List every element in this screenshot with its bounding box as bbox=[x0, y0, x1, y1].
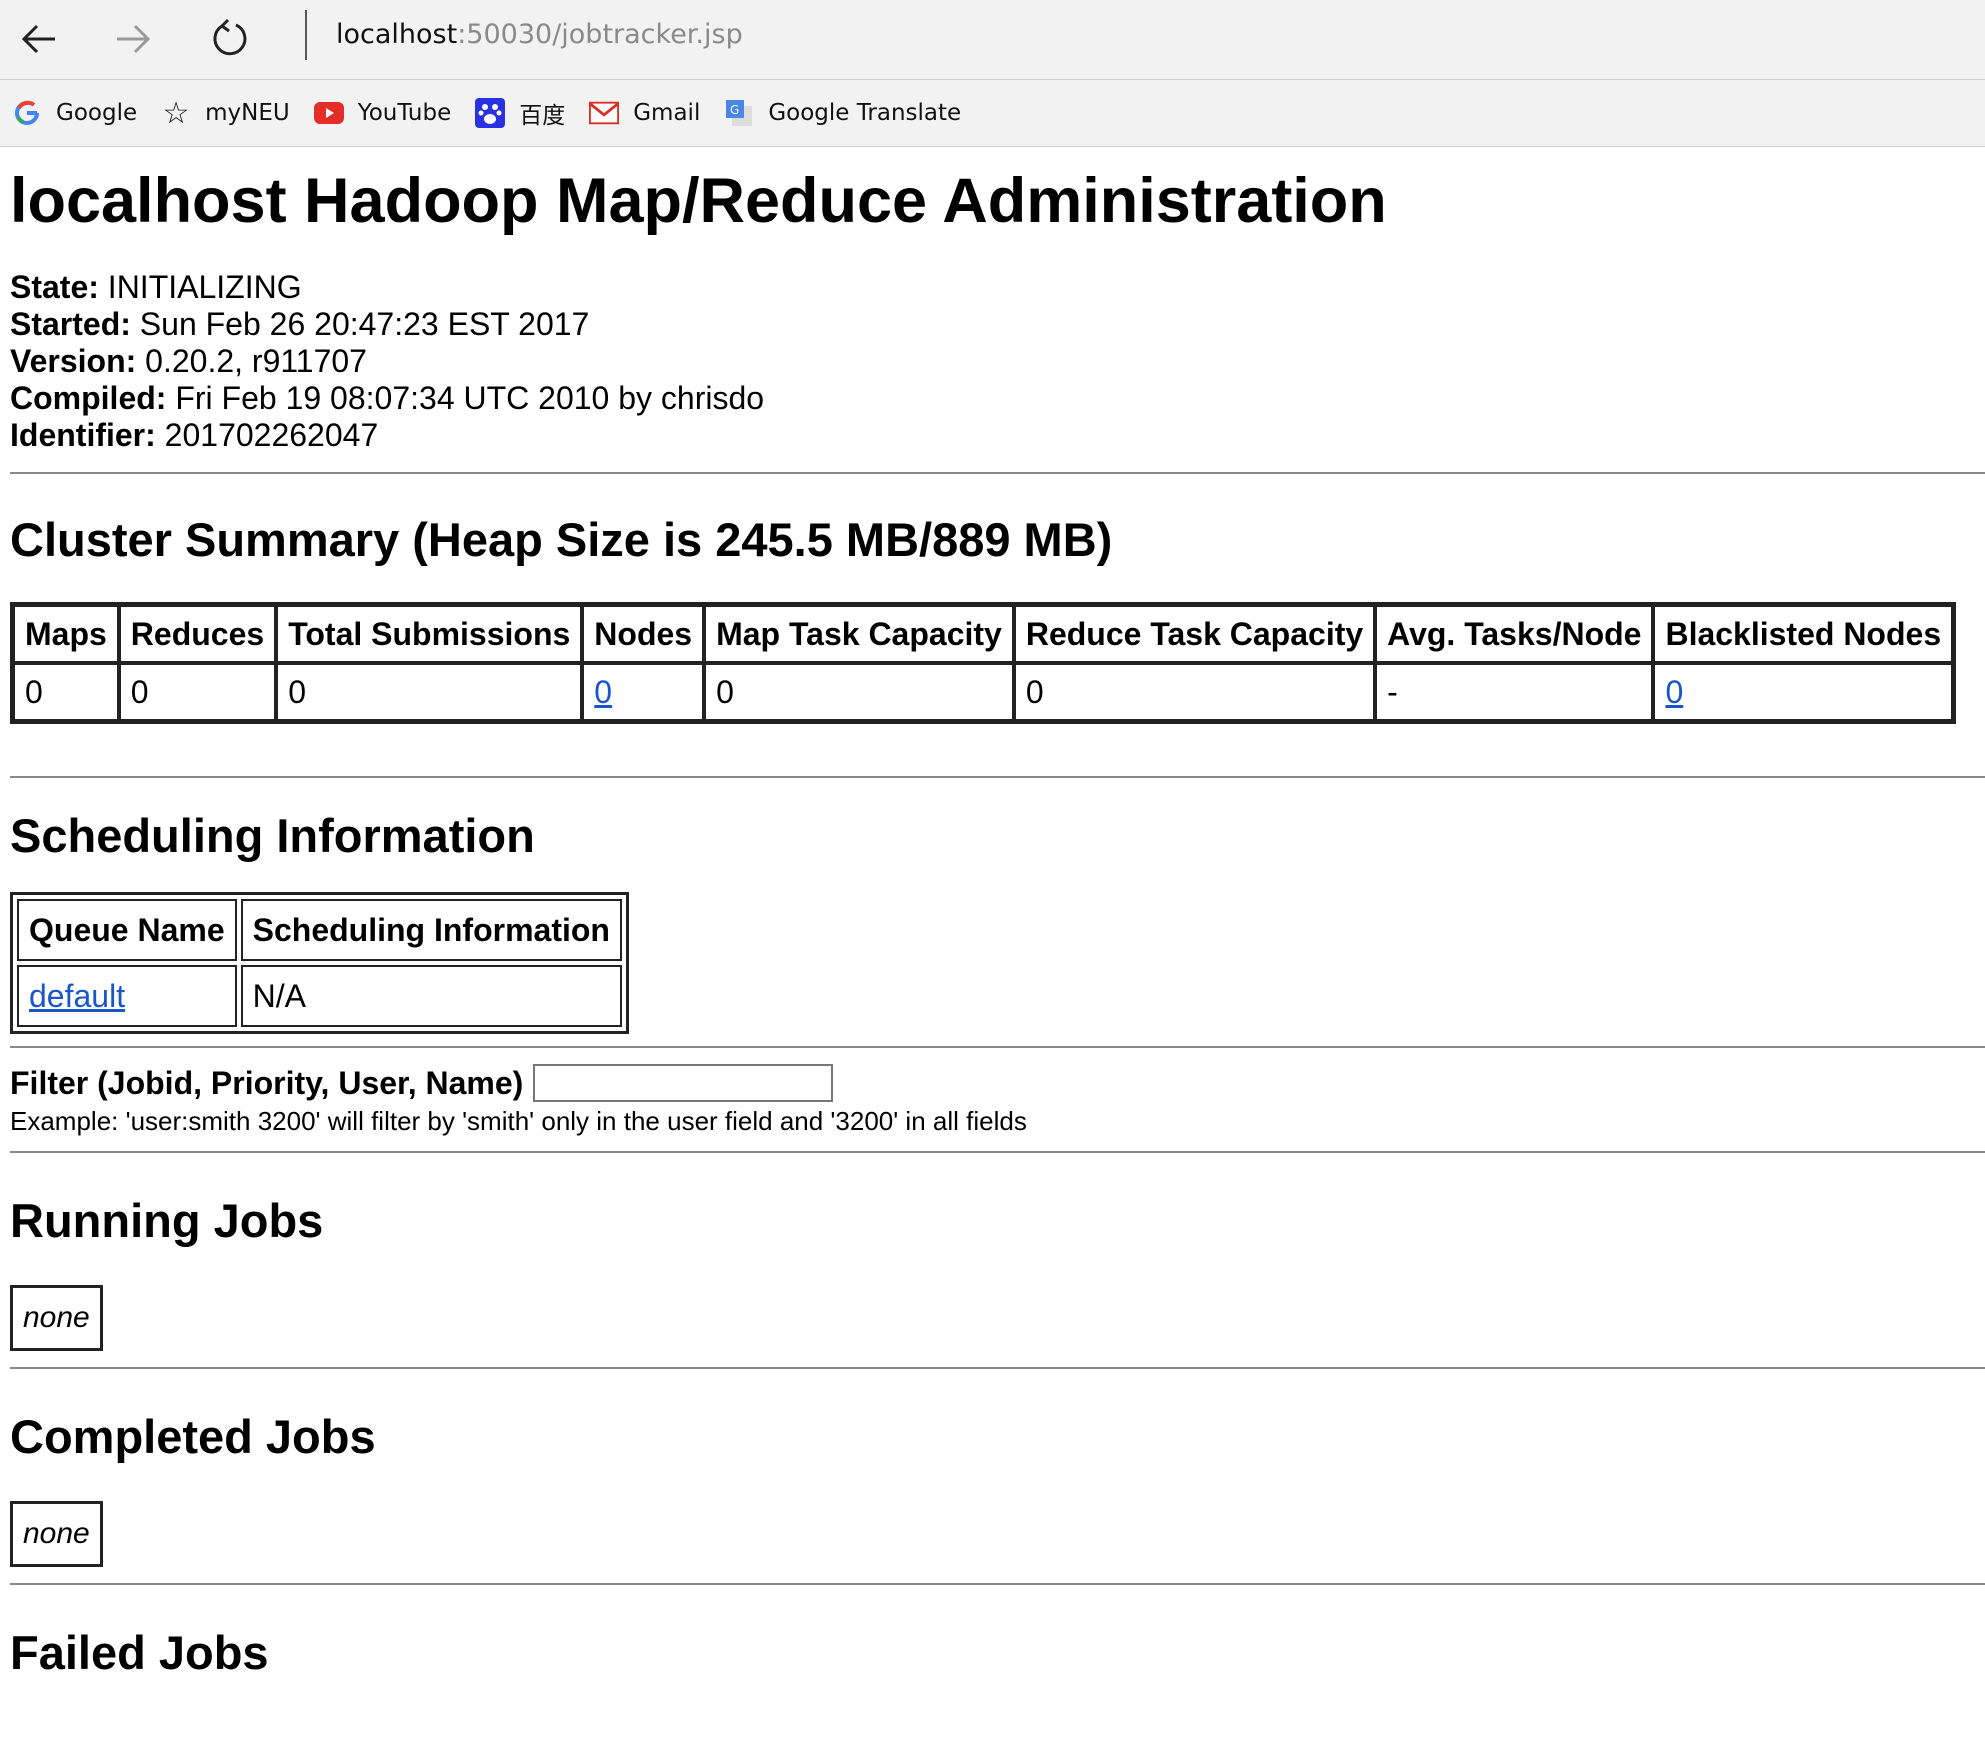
info-value: 0.20.2, r911707 bbox=[136, 343, 367, 379]
youtube-icon bbox=[313, 98, 344, 128]
filter-row: Filter (Jobid, Priority, User, Name) bbox=[10, 1064, 1985, 1102]
maps-value: 0 bbox=[13, 663, 119, 721]
svg-text:G: G bbox=[730, 103, 739, 117]
divider bbox=[10, 472, 1985, 474]
forward-arrow-icon bbox=[117, 24, 151, 54]
cluster-summary-heading: Cluster Summary (Heap Size is 245.5 MB/8… bbox=[10, 513, 1113, 566]
blacklisted-nodes-link[interactable]: 0 bbox=[1665, 674, 1683, 710]
column-header: Map Task Capacity bbox=[704, 605, 1014, 663]
info-key: Started: bbox=[10, 306, 131, 342]
divider bbox=[10, 1046, 1985, 1048]
table-header-row: Queue Name Scheduling Information bbox=[17, 899, 622, 961]
favorite-label: YouTube bbox=[357, 100, 452, 126]
table-header-row: Maps Reduces Total Submissions Nodes Map… bbox=[13, 605, 1954, 663]
column-header: Reduce Task Capacity bbox=[1013, 605, 1376, 663]
info-key: Compiled: bbox=[10, 380, 167, 416]
column-header: Queue Name bbox=[17, 899, 237, 961]
queue-name-cell: default bbox=[17, 965, 237, 1027]
column-header: Avg. Tasks/Node bbox=[1375, 605, 1654, 663]
favorite-label: Google Translate bbox=[768, 100, 962, 126]
google-translate-icon: G bbox=[724, 98, 754, 128]
favorite-label: Google bbox=[56, 100, 138, 126]
address-host: localhost bbox=[336, 19, 458, 50]
favorite-google-translate[interactable]: G Google Translate bbox=[724, 98, 961, 128]
divider bbox=[10, 776, 1985, 778]
scheduling-table: Queue Name Scheduling Information defaul… bbox=[10, 892, 629, 1034]
cluster-summary-table: Maps Reduces Total Submissions Nodes Map… bbox=[10, 602, 1957, 724]
jobtracker-info: State: INITIALIZING Started: Sun Feb 26 … bbox=[10, 269, 1985, 454]
baidu-icon bbox=[475, 98, 506, 128]
refresh-button[interactable] bbox=[197, 6, 263, 72]
info-version: Version: 0.20.2, r911707 bbox=[10, 343, 1985, 380]
divider bbox=[10, 1367, 1985, 1369]
failed-jobs-heading: Failed Jobs bbox=[10, 1626, 269, 1679]
info-compiled: Compiled: Fri Feb 19 08:07:34 UTC 2010 b… bbox=[10, 380, 1985, 417]
favorites-bar: Google ☆ myNEU YouTube 百度 Gmail G Google… bbox=[0, 80, 1985, 147]
page-content: localhost Hadoop Map/Reduce Administrati… bbox=[0, 165, 1985, 1681]
info-value: Fri Feb 19 08:07:34 UTC 2010 by chrisdo bbox=[166, 380, 765, 416]
info-value: INITIALIZING bbox=[98, 269, 302, 305]
info-value: 201702262047 bbox=[155, 417, 379, 453]
favorite-google[interactable]: Google bbox=[12, 98, 137, 128]
favorite-youtube[interactable]: YouTube bbox=[313, 98, 452, 128]
scheduling-info-value: N/A bbox=[240, 965, 622, 1027]
address-path: :50030/jobtracker.jsp bbox=[457, 19, 743, 50]
avg-tasks-node-value: - bbox=[1375, 663, 1654, 721]
refresh-icon bbox=[213, 18, 247, 56]
filter-input[interactable] bbox=[533, 1064, 834, 1102]
info-state: State: INITIALIZING bbox=[10, 269, 1985, 306]
reduces-value: 0 bbox=[118, 663, 277, 721]
forward-button[interactable] bbox=[100, 6, 166, 72]
address-bar[interactable]: localhost:50030/jobtracker.jsp bbox=[336, 15, 743, 55]
column-header: Total Submissions bbox=[276, 605, 583, 663]
nodes-cell: 0 bbox=[582, 663, 705, 721]
favorite-myneu[interactable]: ☆ myNEU bbox=[161, 95, 290, 131]
completed-jobs-table: none bbox=[10, 1501, 103, 1567]
gmail-icon bbox=[589, 98, 620, 128]
info-started: Started: Sun Feb 26 20:47:23 EST 2017 bbox=[10, 306, 1985, 343]
info-key: Identifier: bbox=[10, 417, 156, 453]
queue-default-link[interactable]: default bbox=[29, 978, 125, 1014]
nodes-link[interactable]: 0 bbox=[594, 674, 612, 710]
running-jobs-heading: Running Jobs bbox=[10, 1194, 324, 1247]
google-icon bbox=[12, 98, 42, 128]
column-header: Reduces bbox=[118, 605, 277, 663]
back-button[interactable] bbox=[6, 6, 72, 72]
running-jobs-table: none bbox=[10, 1285, 103, 1351]
divider bbox=[10, 1151, 1985, 1153]
scheduling-heading: Scheduling Information bbox=[10, 809, 535, 862]
favorite-label: myNEU bbox=[205, 100, 290, 126]
browser-toolbar: localhost:50030/jobtracker.jsp bbox=[0, 0, 1985, 80]
divider bbox=[10, 1583, 1985, 1585]
favorite-baidu[interactable]: 百度 bbox=[475, 96, 565, 130]
column-header: Blacklisted Nodes bbox=[1653, 605, 1954, 663]
favorite-label: Gmail bbox=[633, 100, 701, 126]
blacklisted-nodes-cell: 0 bbox=[1653, 663, 1954, 721]
table-row: default N/A bbox=[17, 965, 622, 1027]
info-value: Sun Feb 26 20:47:23 EST 2017 bbox=[130, 306, 590, 342]
star-icon: ☆ bbox=[162, 95, 190, 131]
reduce-task-capacity-value: 0 bbox=[1013, 663, 1376, 721]
favorite-label: 百度 bbox=[519, 103, 566, 129]
info-identifier: Identifier: 201702262047 bbox=[10, 417, 1985, 454]
map-task-capacity-value: 0 bbox=[704, 663, 1014, 721]
filter-label: Filter (Jobid, Priority, User, Name) bbox=[10, 1064, 524, 1101]
page-title: localhost Hadoop Map/Reduce Administrati… bbox=[10, 166, 1387, 236]
column-header: Scheduling Information bbox=[240, 899, 622, 961]
address-divider bbox=[305, 10, 307, 60]
info-key: Version: bbox=[10, 343, 137, 379]
column-header: Nodes bbox=[582, 605, 705, 663]
total-submissions-value: 0 bbox=[276, 663, 583, 721]
table-row: 0 0 0 0 0 0 - 0 bbox=[13, 663, 1954, 721]
favorite-gmail[interactable]: Gmail bbox=[589, 98, 700, 128]
completed-jobs-heading: Completed Jobs bbox=[10, 1410, 376, 1463]
column-header: Maps bbox=[13, 605, 119, 663]
info-key: State: bbox=[10, 269, 99, 305]
filter-section: Filter (Jobid, Priority, User, Name) Exa… bbox=[10, 1064, 1985, 1137]
back-arrow-icon bbox=[21, 24, 55, 54]
filter-example: Example: 'user:smith 3200' will filter b… bbox=[10, 1106, 1027, 1136]
